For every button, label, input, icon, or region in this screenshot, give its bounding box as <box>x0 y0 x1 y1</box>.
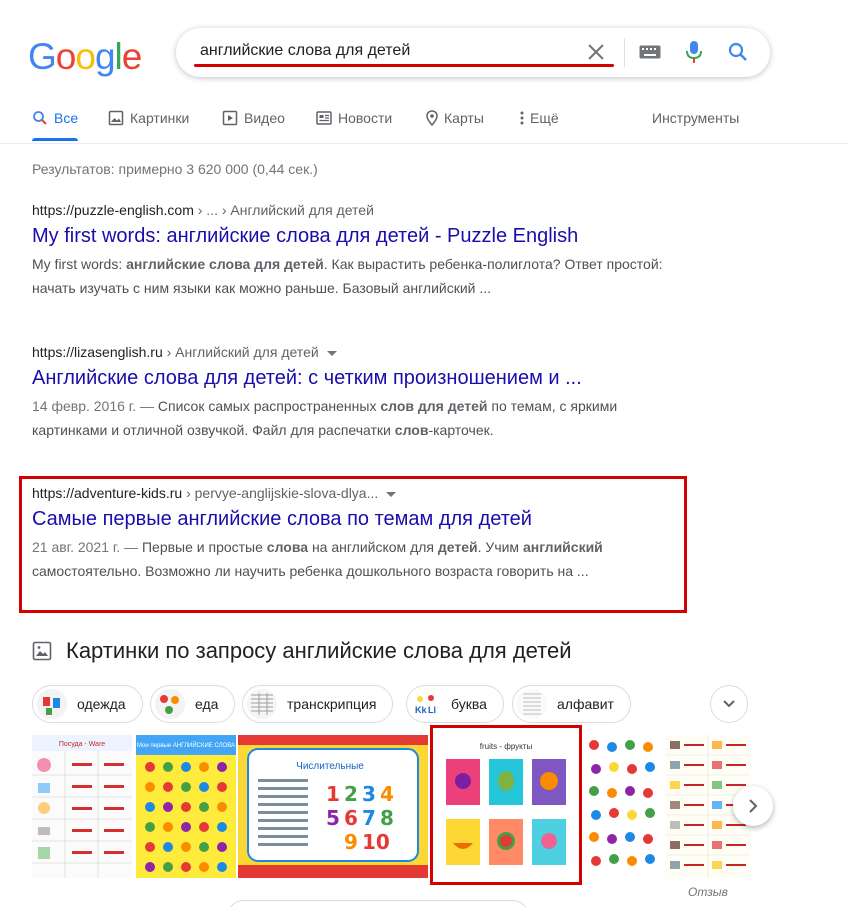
image-caption: Мои первые АНГЛИЙСКИЕ СЛОВА <box>137 741 235 749</box>
svg-text:10: 10 <box>362 830 390 854</box>
svg-text:Ll: Ll <box>428 705 436 715</box>
result-domain: https://lizasenglish.ru <box>32 344 163 360</box>
images-next-button[interactable] <box>733 786 773 826</box>
chip-thumbnail: Kk Ll <box>411 689 441 719</box>
svg-text:8: 8 <box>380 806 394 830</box>
google-logo[interactable]: Google <box>28 36 142 78</box>
search-box[interactable]: английские слова для детей <box>176 28 770 77</box>
tab-label: Карты <box>444 110 484 126</box>
chip-label: транскрипция <box>287 696 377 712</box>
tab-all[interactable]: Все <box>32 110 78 126</box>
svg-text:7: 7 <box>362 806 376 830</box>
chip-thumbnail <box>155 689 185 719</box>
chip-clothes[interactable]: одежда <box>32 685 143 723</box>
more-vert-icon <box>520 111 524 125</box>
search-input[interactable]: английские слова для детей <box>200 42 410 60</box>
tab-news[interactable]: Новости <box>316 110 392 126</box>
header-divider <box>0 143 848 144</box>
image-icon <box>32 641 52 661</box>
video-icon <box>222 110 238 126</box>
highlight-box-annotation <box>19 476 687 613</box>
result-snippet-text: My first words: английские слова для дет… <box>32 256 663 296</box>
chip-alphabet[interactable]: алфавит <box>512 685 631 723</box>
result-date: 14 февр. 2016 г. — <box>32 398 158 414</box>
chip-label: еда <box>195 696 219 712</box>
svg-text:9: 9 <box>344 830 358 854</box>
tab-images[interactable]: Картинки <box>108 110 189 126</box>
active-tab-indicator <box>32 138 78 141</box>
result-url[interactable]: https://puzzle-english.com › ... › Англи… <box>32 202 682 218</box>
expand-chips-button[interactable] <box>710 685 748 723</box>
image-caption: Посуда - Ware <box>59 741 105 748</box>
svg-text:1: 1 <box>326 782 340 806</box>
search-icon <box>33 111 47 125</box>
tools-label: Инструменты <box>652 110 740 126</box>
chip-thumbnail <box>517 689 547 719</box>
result-snippet: My first words: английские слова для дет… <box>32 252 682 300</box>
search-icon[interactable] <box>726 40 750 64</box>
tab-label: Картинки <box>130 110 190 126</box>
svg-text:5: 5 <box>326 806 340 830</box>
search-separator <box>624 38 625 67</box>
result-domain: https://puzzle-english.com <box>32 202 194 218</box>
clear-icon[interactable] <box>584 40 608 64</box>
news-icon <box>316 111 332 125</box>
tab-video[interactable]: Видео <box>222 110 285 126</box>
map-pin-icon <box>426 110 438 126</box>
tab-label: Ещё <box>530 110 559 126</box>
image-caption: Числительные <box>296 761 364 772</box>
microphone-icon[interactable] <box>682 40 706 64</box>
svg-text:4: 4 <box>380 782 394 806</box>
tab-more[interactable]: Ещё <box>520 110 559 126</box>
chevron-down-icon <box>723 700 735 708</box>
svg-text:2: 2 <box>344 782 358 806</box>
tools-button[interactable]: Инструменты <box>652 110 739 126</box>
chip-thumbnail <box>247 689 277 719</box>
search-result: https://puzzle-english.com › ... › Англи… <box>32 202 682 300</box>
chip-label: одежда <box>77 696 126 712</box>
tab-label: Новости <box>338 110 393 126</box>
images-section-title: Картинки по запросу английские слова для… <box>66 638 572 663</box>
more-images-button[interactable] <box>228 900 528 907</box>
result-breadcrumb: › Английский для детей <box>162 344 319 360</box>
dropdown-caret-icon[interactable] <box>326 350 337 356</box>
result-url[interactable]: https://lizasenglish.ru › Английский для… <box>32 344 682 360</box>
image-icon <box>108 110 124 126</box>
result-title-link[interactable]: Английские слова для детей: с четким про… <box>32 367 682 390</box>
chevron-right-icon <box>749 799 758 813</box>
tab-maps[interactable]: Карты <box>426 110 484 126</box>
search-result: https://lizasenglish.ru › Английский для… <box>32 344 682 442</box>
result-title-link[interactable]: My first words: английские слова для дет… <box>32 225 682 248</box>
search-tabs: Все Картинки Видео Новости Карты Ещё Инс… <box>32 110 752 134</box>
images-section-header: Картинки по запросу английские слова для… <box>32 638 572 664</box>
keyboard-icon[interactable] <box>638 40 662 64</box>
result-snippet: 14 февр. 2016 г. — Список самых распрост… <box>32 394 682 442</box>
tab-label: Видео <box>244 110 285 126</box>
chip-label: алфавит <box>557 696 614 712</box>
chip-thumbnail <box>37 689 67 719</box>
image-thumbnail-first-words[interactable]: Мои первые АНГЛИЙСКИЕ СЛОВА <box>136 735 236 878</box>
chip-letter[interactable]: Kk Ll буква <box>406 685 504 723</box>
result-stats: Результатов: примерно 3 620 000 (0,44 се… <box>32 161 318 177</box>
image-thumbnail-numbers[interactable]: Числительные 1234 5678 9 10 <box>238 735 428 878</box>
svg-text:6: 6 <box>344 806 358 830</box>
image-thumbnail-animals-letters[interactable] <box>584 735 662 878</box>
chip-transcription[interactable]: транскрипция <box>242 685 394 723</box>
chip-food[interactable]: еда <box>150 685 236 723</box>
result-breadcrumb: › ... › Английский для детей <box>193 202 374 218</box>
svg-text:3: 3 <box>362 782 376 806</box>
feedback-link[interactable]: Отзыв <box>688 885 728 899</box>
chip-label: буква <box>451 696 487 712</box>
query-underline-annotation <box>194 64 614 67</box>
tab-label: Все <box>54 110 79 126</box>
highlight-box-annotation <box>430 725 582 885</box>
svg-text:Kk: Kk <box>415 705 427 715</box>
image-thumbnail-dishes[interactable]: Посуда - Ware <box>32 735 132 878</box>
